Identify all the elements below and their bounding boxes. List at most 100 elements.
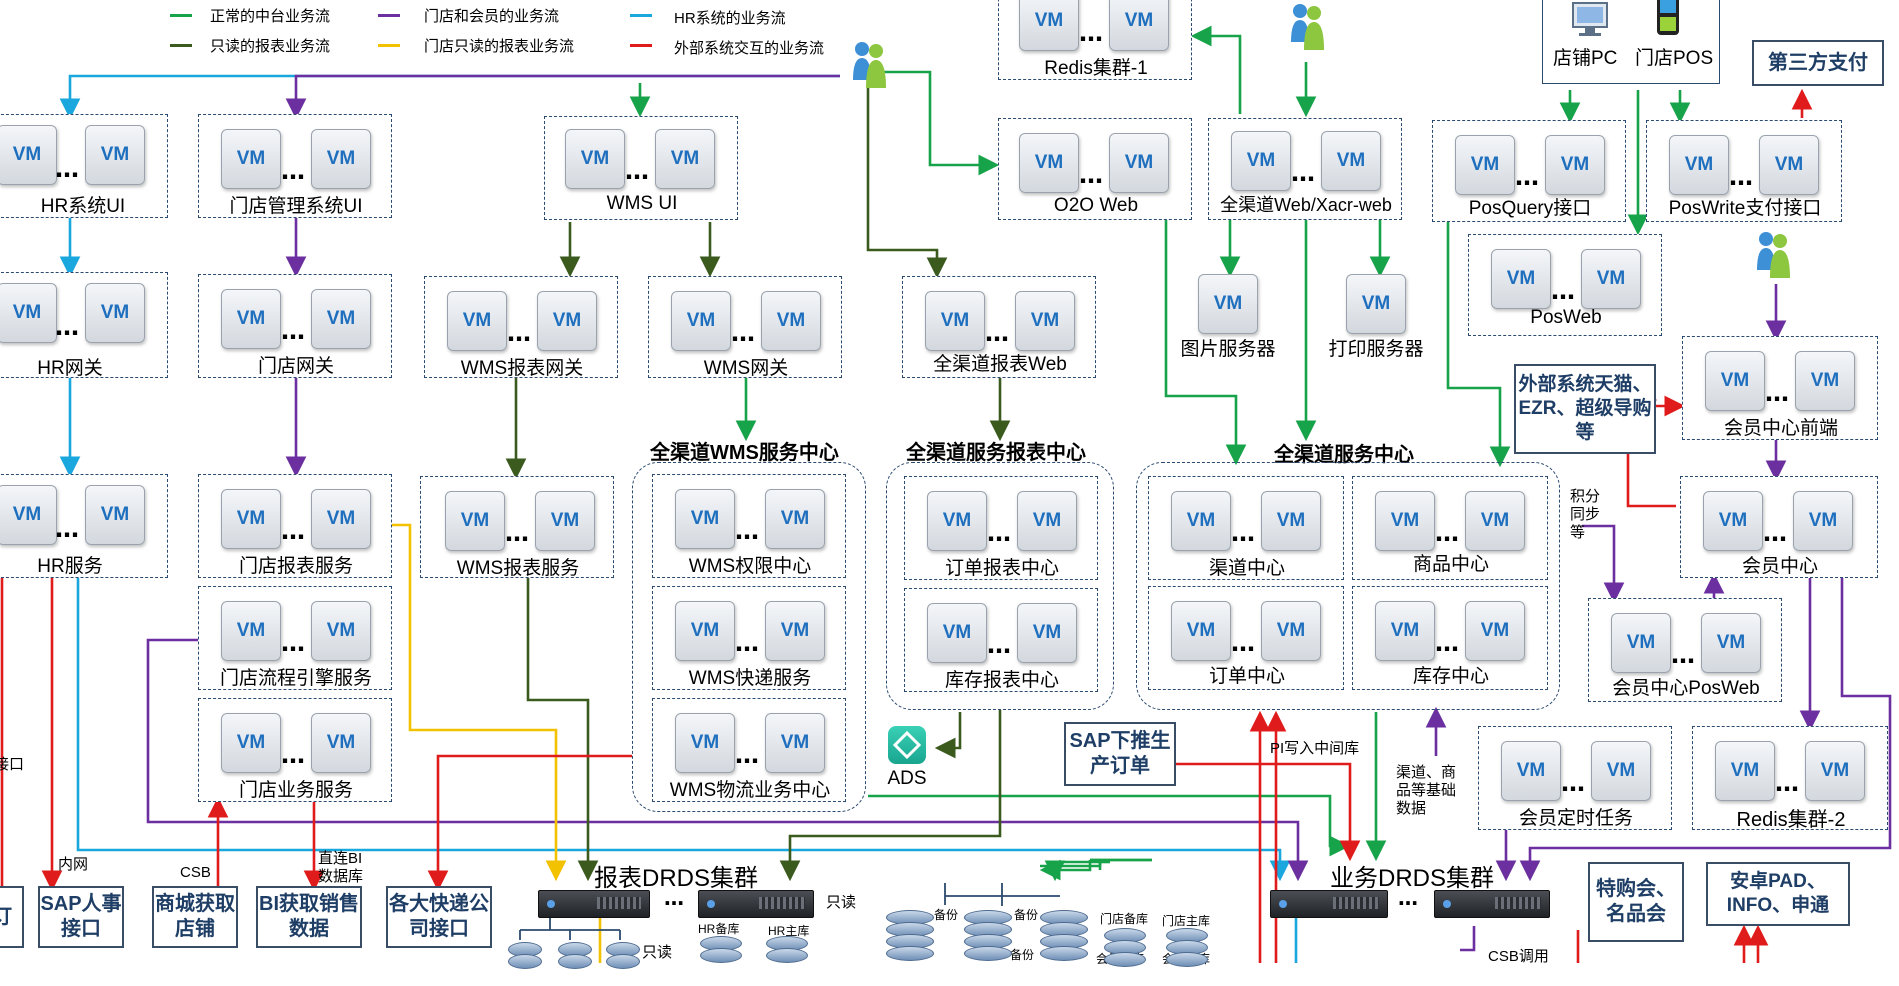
- ellipsis: …: [1435, 519, 1459, 547]
- vm-icon: VM: [1017, 603, 1077, 663]
- vm-icon: VM: [221, 129, 281, 189]
- database-icon: [606, 942, 640, 986]
- vm-icon: VM: [1231, 131, 1291, 191]
- vm-icon: VM: [221, 289, 281, 349]
- vm-icon: VM: [0, 283, 57, 343]
- ellipsis: …: [625, 157, 649, 185]
- db-label: 门店备库: [1100, 912, 1149, 926]
- legend-swatch: [170, 14, 192, 17]
- cluster-label: 订单报表中心: [944, 558, 1059, 579]
- cluster-label: WMS报表网关: [460, 358, 584, 379]
- cluster-label: 会员中心前端: [1723, 418, 1838, 439]
- cluster-store-flow: VM … VM 门店流程引擎服务: [198, 586, 392, 690]
- ellipsis: …: [1435, 629, 1459, 657]
- vm-icon: VM: [765, 601, 825, 661]
- note-readonly: 只读: [826, 894, 857, 911]
- cluster-hr-ui: VM … VM HR系统UI: [0, 114, 168, 218]
- ellipsis: …: [735, 741, 759, 769]
- vm-icon: VM: [1109, 0, 1169, 51]
- note-channel-data: 渠道、商品等基础数据: [1396, 764, 1457, 817]
- vm-icon: VM: [1795, 351, 1855, 411]
- store-pc-label: 店铺PC: [1553, 48, 1618, 69]
- vm-icon: VM: [655, 129, 715, 189]
- cluster-label: Redis集群-2: [1736, 809, 1846, 831]
- server-icon: [698, 890, 814, 918]
- vm-icon: VM: [1805, 741, 1865, 801]
- users-icon: [852, 40, 886, 90]
- vm-icon: VM: [927, 491, 987, 551]
- group-title: 全渠道服务报表中心: [906, 442, 1086, 464]
- vm-icon: VM: [1715, 741, 1775, 801]
- ellipsis: …: [1765, 379, 1789, 407]
- vm-icon: VM: [445, 491, 505, 551]
- note-intranet: 内网: [58, 856, 89, 873]
- vm-icon: VM: [1346, 274, 1406, 334]
- sap-production-order: SAP下推生产订单: [1064, 722, 1176, 786]
- cluster-label: 门店网关: [257, 356, 334, 377]
- vm-icon: VM: [1465, 491, 1525, 551]
- ellipsis: …: [1551, 277, 1575, 305]
- vm-icon: VM: [1375, 491, 1435, 551]
- cluster-label: HR网关: [37, 358, 103, 379]
- vm-icon: VM: [1019, 133, 1079, 193]
- database-icon: [1166, 928, 1208, 972]
- vm-icon: VM: [1261, 601, 1321, 661]
- mall-store: 商城获取店铺: [152, 886, 238, 948]
- cluster-label: WMS快递服务: [688, 668, 812, 689]
- note-csb: CSB: [180, 864, 211, 881]
- note-points-sync: 积分同步等: [1570, 488, 1601, 541]
- cluster-wms-gateway: VM … VM WMS网关: [648, 276, 842, 379]
- legend-label: 正常的中台业务流: [210, 8, 331, 25]
- note-readonly: 只读: [642, 944, 673, 961]
- cluster-label: Redis集群-1: [1044, 58, 1148, 79]
- legend-label: 只读的报表业务流: [210, 38, 331, 55]
- cluster-wms-report-service: VM … VM WMS报表服务: [420, 476, 614, 579]
- vm-icon: VM: [1501, 741, 1561, 801]
- vm-icon: VM: [675, 713, 735, 773]
- vm-icon: VM: [675, 489, 735, 549]
- cluster-store-report: VM … VM 门店报表服务: [198, 474, 392, 578]
- database-icon: [700, 936, 742, 980]
- vm-icon: VM: [85, 283, 145, 343]
- ellipsis: …: [1515, 163, 1539, 191]
- vm-icon: VM: [1017, 491, 1077, 551]
- cluster-omni-report-web: VM … VM 全渠道报表Web: [902, 276, 1096, 378]
- vm-icon: VM: [1171, 491, 1231, 551]
- ellipsis: …: [1231, 519, 1255, 547]
- vm-icon: VM: [761, 291, 821, 351]
- cluster-label: PosWrite支付接口: [1668, 198, 1822, 219]
- cluster-pos-write: VM … VM PosWrite支付接口: [1646, 120, 1842, 222]
- vm-icon: VM: [311, 289, 371, 349]
- cluster-label: HR系统UI: [40, 196, 126, 217]
- note-direct-bi: 直连BI数据库: [318, 850, 364, 885]
- vm-icon: VM: [1375, 601, 1435, 661]
- vm-icon: VM: [1019, 0, 1079, 51]
- database-icon: [886, 910, 934, 961]
- ellipsis: …: [281, 317, 305, 345]
- cluster-label: 会员中心: [1741, 556, 1818, 577]
- ellipsis: …: [731, 319, 755, 347]
- ellipsis: …: [1291, 159, 1315, 187]
- vm-icon: VM: [0, 125, 57, 185]
- database-icon: [1104, 928, 1146, 972]
- vm-icon: VM: [1591, 741, 1651, 801]
- vm-icon: VM: [221, 601, 281, 661]
- ellipsis: …: [1231, 629, 1255, 657]
- cluster-label: O2O Web: [1053, 195, 1139, 216]
- cluster-pos-query: VM … VM PosQuery接口: [1432, 120, 1626, 222]
- device-box: 店铺PC 门店POS: [1542, 0, 1720, 84]
- users-icon: [1756, 230, 1790, 280]
- print-server-label: 打印服务器: [1328, 339, 1424, 360]
- sap-hr-interface: SAP人事接口: [38, 886, 124, 948]
- cluster-pos-web: VM … VM PosWeb: [1468, 234, 1662, 336]
- ellipsis: …: [281, 741, 305, 769]
- note-pi-write: PI写入中间库: [1270, 740, 1360, 757]
- vm-icon: VM: [1015, 291, 1075, 351]
- cluster-label: WMS权限中心: [688, 556, 812, 577]
- database-icon: [558, 942, 592, 986]
- server-icon: [1270, 890, 1388, 918]
- ellipsis: …: [281, 517, 305, 545]
- cluster-label: 库存中心: [1412, 666, 1489, 687]
- vm-icon: VM: [1491, 249, 1551, 309]
- cluster-label: WMS网关: [703, 358, 789, 379]
